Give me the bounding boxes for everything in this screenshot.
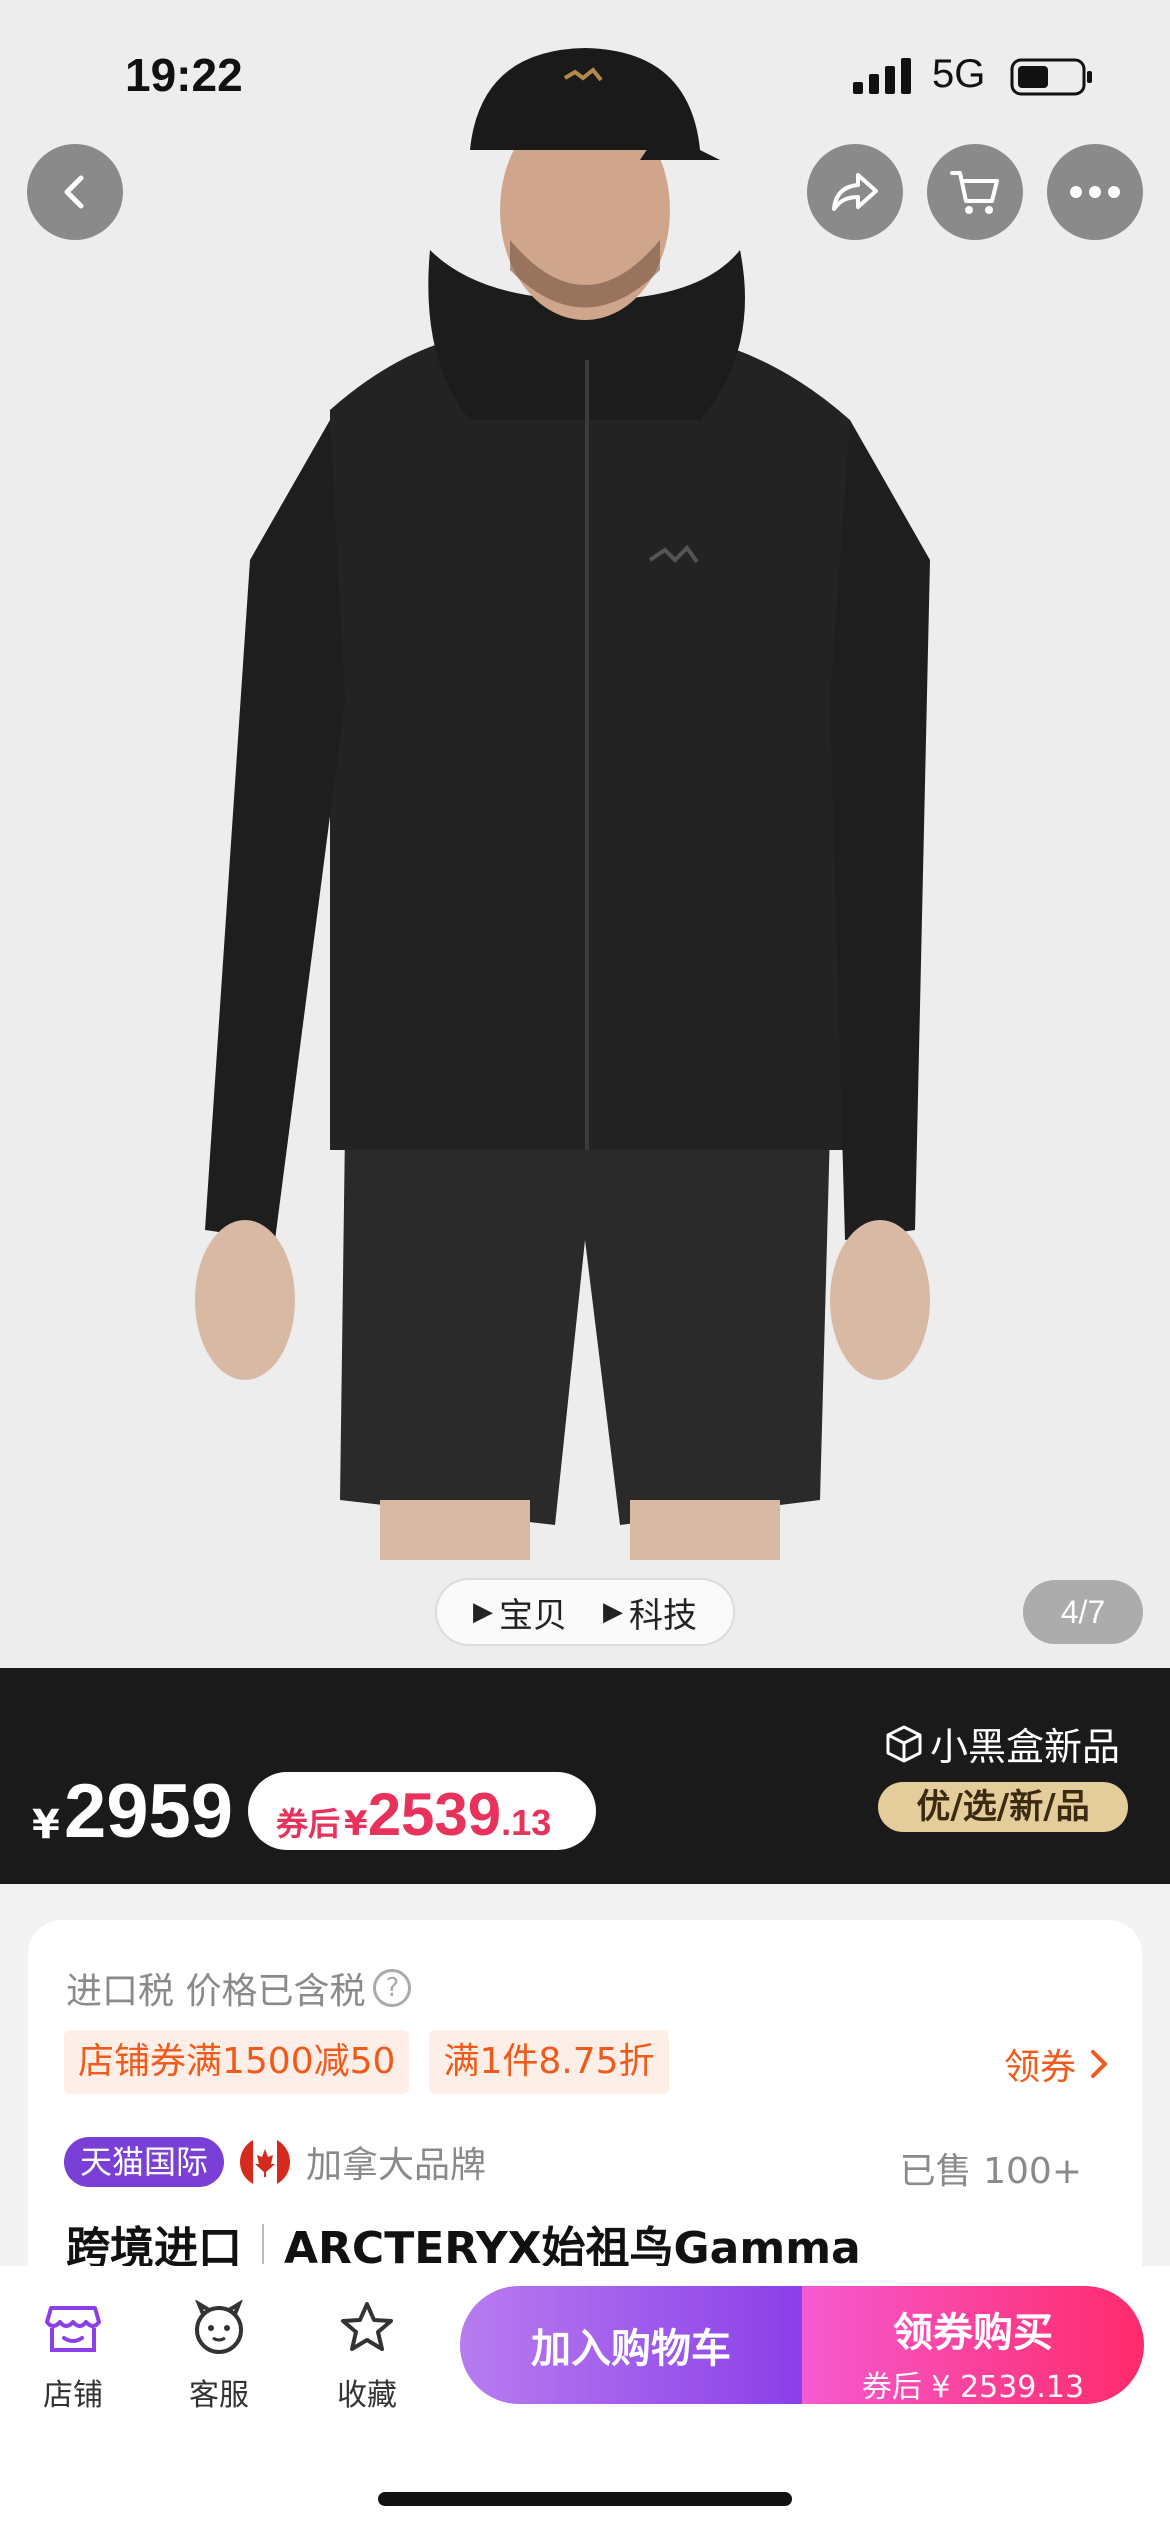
- image-page-counter: 4/7: [1023, 1580, 1143, 1644]
- title-divider: [262, 2224, 264, 2264]
- product-image-carousel[interactable]: 19:22 5G ▶ 宝贝 ▶ 科技 4/7: [0, 0, 1170, 1668]
- signal-icon: [853, 58, 911, 94]
- product-info-card: 进口税 价格已含税 ? 店铺券满1500减50 满1件8.75折 领券 天猫国际…: [28, 1920, 1142, 2320]
- brand-origin: 加拿大品牌: [306, 2145, 487, 2186]
- status-time: 19:22: [125, 49, 243, 101]
- help-icon[interactable]: ?: [373, 1969, 412, 2007]
- product-photo: [0, 0, 1170, 1668]
- buy-sub-label: 券后 ¥ 2539.13: [861, 2370, 1085, 2405]
- price-currency: ¥: [32, 1802, 60, 1848]
- share-icon: [832, 173, 878, 211]
- original-price: 2959: [64, 1769, 234, 1854]
- battery-icon: [1010, 58, 1092, 96]
- buy-main-label: 领券购买: [893, 2310, 1053, 2356]
- store-button[interactable]: 店铺: [18, 2296, 128, 2414]
- status-bar: 19:22 5G: [0, 0, 1170, 150]
- more-button[interactable]: [1047, 144, 1143, 240]
- play-icon: ▶: [473, 1597, 493, 1627]
- share-button[interactable]: [807, 144, 903, 240]
- cart-icon: [950, 171, 999, 214]
- tab-tech-label: 科技: [629, 1595, 697, 1636]
- blackbox-logo: 小黑盒新品: [884, 1716, 1120, 1771]
- store-label: 店铺: [43, 2378, 103, 2413]
- tab-tech[interactable]: ▶ 科技: [603, 1588, 697, 1637]
- coupon-price-decimal: .13: [501, 1802, 552, 1843]
- back-button[interactable]: [27, 144, 123, 240]
- more-icon: [1070, 186, 1120, 198]
- chevron-right-icon: [1091, 2050, 1108, 2078]
- platform-badge[interactable]: 天猫国际: [64, 2137, 225, 2187]
- play-icon: ▶: [603, 1597, 623, 1627]
- customer-service-button[interactable]: 客服: [164, 2296, 274, 2414]
- tab-product-label: 宝贝: [499, 1595, 567, 1636]
- get-coupon-link[interactable]: 领券: [1004, 2038, 1108, 2090]
- blackbox-tag: 优/选/新/品: [878, 1782, 1128, 1832]
- buy-with-coupon-button[interactable]: 领券购买 券后 ¥ 2539.13: [802, 2286, 1144, 2405]
- add-to-cart-button[interactable]: 加入购物车: [460, 2286, 802, 2404]
- customer-service-icon: [195, 2300, 243, 2354]
- media-tabs: ▶ 宝贝 ▶ 科技: [435, 1578, 735, 1646]
- brand-row: 天猫国际 加拿大品牌: [64, 2136, 486, 2188]
- promo-tag: 满1件8.75折: [429, 2030, 669, 2094]
- canada-flag-icon: [240, 2137, 291, 2187]
- store-icon: [45, 2306, 101, 2352]
- promo-row: 店铺券满1500减50 满1件8.75折: [64, 2030, 669, 2094]
- cube-icon: [886, 1725, 922, 1762]
- coupon-price-currency: ¥: [344, 1804, 368, 1844]
- cart-button[interactable]: [927, 144, 1023, 240]
- back-icon: [64, 175, 84, 209]
- favorite-button[interactable]: 收藏: [312, 2296, 422, 2414]
- network-label: 5G: [932, 52, 986, 96]
- customer-service-label: 客服: [189, 2378, 249, 2413]
- tax-text: 进口税 价格已含税: [66, 1971, 366, 2012]
- coupon-price-pill: 券后 ¥ 2539 .13: [248, 1772, 596, 1850]
- tax-row: 进口税 价格已含税 ?: [66, 1962, 412, 2014]
- coupon-price-label: 券后: [276, 1805, 341, 1843]
- favorite-label: 收藏: [337, 2378, 397, 2413]
- star-icon: [341, 2302, 393, 2351]
- coupon-price-integer: 2539: [367, 1781, 502, 1848]
- blackbox-title: 小黑盒新品: [930, 1725, 1121, 1769]
- home-indicator[interactable]: [378, 2492, 792, 2506]
- tab-product[interactable]: ▶ 宝贝: [473, 1588, 567, 1637]
- sold-count: 已售 100+: [899, 2151, 1082, 2192]
- get-coupon-label: 领券: [1003, 2047, 1076, 2088]
- promo-tag: 店铺券满1500减50: [64, 2030, 410, 2094]
